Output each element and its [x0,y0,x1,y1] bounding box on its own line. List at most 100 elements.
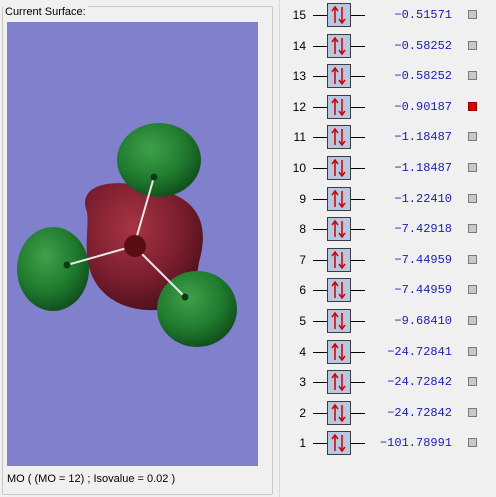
checkbox-icon[interactable] [468,224,477,234]
positive-lobe-top [117,123,201,197]
mo-level-index: 5 [299,314,306,328]
mo-level-row[interactable]: 2 −24.72842 [280,398,496,428]
checkbox-icon[interactable] [468,40,477,50]
electron-pair-icon[interactable] [327,309,351,333]
level-line [313,198,327,200]
mo-energy: −0.90187 [394,99,452,114]
electron-pair-icon[interactable] [327,33,351,58]
mo-level-row[interactable]: 6 −7.44959 [280,275,496,305]
center-atom [124,235,146,257]
level-line [313,351,327,353]
mo-level-index: 12 [292,99,306,114]
electron-pair-icon[interactable] [327,278,351,303]
electron-pair-icon[interactable] [327,217,351,242]
electron-pair-icon[interactable] [327,125,351,150]
level-line [313,321,327,322]
mo-energy: −7.42918 [394,222,452,237]
electron-pair-icon[interactable] [327,400,351,425]
checkbox-icon[interactable] [468,346,477,356]
mo-level-row[interactable]: 11 −1.18487 [280,122,496,152]
surface-viewport[interactable] [7,22,258,466]
checkbox-icon[interactable] [468,101,477,111]
mo-level-index: 1 [299,436,306,451]
molecular-orbital-render [17,123,237,347]
mo-level-row[interactable]: 12 −0.90187 [280,92,496,122]
mo-level-index: 14 [292,38,306,53]
mo-level-row[interactable]: 9 −1.22410 [280,184,496,214]
mo-level-index: 2 [299,405,306,420]
mo-energy: −1.22410 [394,191,452,206]
current-surface-label: Current Surface: [3,6,88,18]
mo-energy: −0.58252 [394,69,452,84]
mo-energy: −24.72841 [387,344,452,359]
checkbox-icon[interactable] [468,377,477,387]
electron-pair-icon[interactable] [327,94,351,119]
checkbox-icon[interactable] [468,71,477,81]
mo-level-row[interactable]: 1 −101.78991 [280,428,496,458]
mo-level-index: 3 [299,375,306,390]
level-line [313,259,327,261]
mo-energy: −0.58252 [394,38,452,53]
mo-level-index: 9 [299,191,306,206]
mo-level-row[interactable]: 5 −9.68410 [280,306,496,336]
checkbox-icon[interactable] [468,193,477,203]
checkbox-icon[interactable] [468,163,477,172]
mo-energy: −1.18487 [394,130,452,145]
mo-level-row[interactable]: 13 −0.58252 [280,61,496,91]
mo-energy: −7.44959 [394,252,452,267]
mo-energy: −0.51571 [394,8,452,22]
hydrogen-atom-top [150,173,158,181]
level-line [313,45,327,47]
mo-level-row[interactable]: 3 −24.72842 [280,367,496,397]
electron-pair-icon[interactable] [327,431,351,456]
mo-level-index: 7 [299,252,306,267]
hydrogen-atom-right [181,293,189,301]
level-line [313,382,327,384]
level-line [313,229,327,231]
mo-level-row[interactable]: 7 −7.44959 [280,245,496,275]
checkbox-icon[interactable] [468,132,477,142]
electron-pair-icon[interactable] [327,339,351,364]
level-line [313,412,327,414]
checkbox-icon[interactable] [468,407,477,417]
electron-pair-icon[interactable] [327,186,351,211]
level-line [313,106,327,108]
checkbox-icon[interactable] [468,254,477,264]
checkbox-icon[interactable] [468,10,477,19]
mo-level-index: 6 [299,283,306,298]
mo-energy: −7.44959 [394,283,452,298]
level-line [313,443,327,445]
electron-pair-icon[interactable] [327,64,351,89]
mo-level-index: 8 [299,222,306,237]
mo-level-index: 10 [292,161,306,175]
mo-level-row[interactable]: 4 −24.72841 [280,337,496,367]
mo-level-list: 15 −0.51571 14 −0.58252 13 −0.58252 12 −0.90187… [280,0,496,497]
electron-pair-icon[interactable] [327,247,351,272]
checkbox-icon[interactable] [468,285,477,295]
checkbox-icon[interactable] [468,438,477,448]
electron-pair-icon[interactable] [327,370,351,395]
mo-level-index: 11 [293,130,306,145]
level-line [313,15,327,16]
level-line [313,168,327,169]
electron-pair-icon[interactable] [327,3,351,27]
mo-level-row[interactable]: 8 −7.42918 [280,214,496,244]
electron-pair-icon[interactable] [327,156,351,180]
mo-level-index: 4 [299,344,306,359]
level-line [313,76,327,78]
hydrogen-atom-left [63,261,71,269]
mo-energy: −1.18487 [394,161,452,175]
checkbox-icon[interactable] [468,316,477,325]
mo-energy: −24.72842 [387,405,452,420]
positive-lobe-left [17,227,89,311]
mo-level-index: 13 [292,69,306,84]
mo-level-row[interactable]: 14 −0.58252 [280,31,496,61]
mo-level-index: 15 [292,8,306,22]
mo-level-row[interactable]: 10 −1.18487 [280,153,496,183]
mo-energy: −24.72842 [387,375,452,390]
mo-energy: −101.78991 [379,436,452,451]
level-line [313,137,327,139]
mo-status-text: MO ( (MO = 12) ; Isovalue = 0.02 ) [7,473,176,485]
mo-level-row[interactable]: 15 −0.51571 [280,0,496,30]
level-line [313,290,327,292]
